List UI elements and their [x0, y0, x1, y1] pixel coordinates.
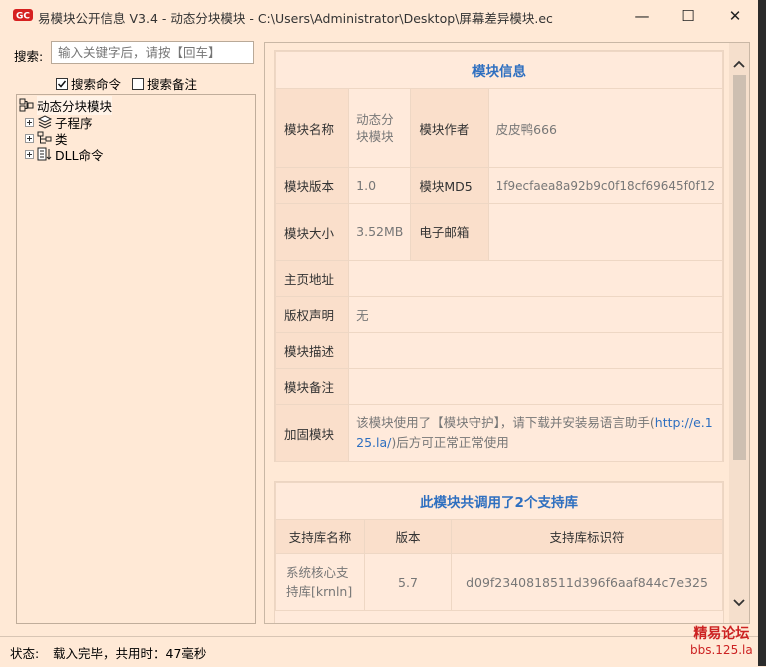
support-libs-card: 此模块共调用了2个支持库 支持库名称 版本 支持库标识符 系统核心支持库[krn… [274, 481, 724, 623]
description-label: 模块描述 [274, 332, 350, 369]
expand-icon[interactable] [25, 149, 34, 159]
watermark-line1: 精易论坛 [693, 626, 750, 642]
app-logo-icon: GC [13, 9, 33, 22]
status-bar: 状态: 载入完毕，共用时：47毫秒 [0, 636, 758, 667]
module-md5-value: 1f9ecfaea8a92b9c0f18cf69645f0f12 [487, 167, 724, 204]
class-icon [37, 131, 52, 144]
dll-icon [37, 147, 52, 161]
module-info-card: 模块信息 模块名称 动态分块模块 模块作者 皮皮鸭666 模块版本 1.0 模块… [274, 50, 724, 462]
module-size-label: 模块大小 [274, 203, 350, 261]
close-icon: ✕ [728, 7, 742, 25]
copyright-label: 版权声明 [274, 296, 350, 333]
support-libs-table: 此模块共调用了2个支持库 支持库名称 版本 支持库标识符 系统核心支持库[krn… [275, 482, 723, 611]
homepage-value [348, 260, 723, 297]
scroll-down-icon[interactable] [732, 596, 746, 610]
app-window: GC 易模块公开信息 V3.4 - 动态分块模块 - C:\Users\Admi… [0, 0, 759, 667]
watermark-line2: bbs.125.la [690, 643, 753, 657]
close-button[interactable]: ✕ [712, 0, 758, 32]
lib-id-cell: d09f2340818511d396f6aaf844c7e325 [451, 553, 723, 611]
title-bar[interactable]: GC 易模块公开信息 V3.4 - 动态分块模块 - C:\Users\Admi… [0, 0, 758, 32]
col-lib-version: 版本 [364, 519, 452, 554]
tree-item-dll-commands[interactable]: DLL命令 [25, 146, 104, 163]
maximize-button[interactable]: ☐ [665, 0, 711, 32]
minimize-button[interactable]: — [619, 0, 665, 32]
search-input[interactable] [51, 41, 254, 64]
protect-value: 该模块使用了【模块守护】，请下载并安装易语言助手(http://e.125.la… [348, 404, 723, 462]
svg-text:GC: GC [16, 12, 30, 22]
search-notes-label: 搜索备注 [147, 77, 198, 92]
note-value [348, 368, 723, 405]
module-version-label: 模块版本 [274, 167, 350, 204]
module-name-label: 模块名称 [274, 88, 350, 168]
expand-icon[interactable] [25, 117, 34, 127]
lib-version-cell: 5.7 [364, 553, 452, 611]
tree-item-label: DLL命令 [55, 147, 104, 163]
module-tree[interactable]: 动态分块模块 子程序 类 DLL命令 [16, 94, 256, 624]
module-icon [19, 98, 34, 112]
scroll-up-icon[interactable] [732, 57, 746, 71]
window-title: 易模块公开信息 V3.4 - 动态分块模块 - C:\Users\Adminis… [38, 11, 553, 26]
support-libs-title: 此模块共调用了2个支持库 [275, 482, 723, 520]
forum-watermark: 精易论坛 bbs.125.la [690, 626, 753, 658]
status-label: 状态: [10, 646, 40, 661]
desktop-edge [758, 0, 766, 666]
search-commands-checkbox[interactable]: 搜索命令 [56, 74, 121, 93]
protect-text-after: )后方可正常正常使用 [391, 435, 509, 450]
table-row: 系统核心支持库[krnln] 5.7 d09f2340818511d396f6a… [275, 553, 723, 611]
email-value [487, 203, 724, 261]
email-label: 电子邮箱 [410, 203, 489, 261]
tree-item-root[interactable]: 动态分块模块 [19, 95, 113, 115]
protect-text-before: 该模块使用了【模块守护】，请下载并安装易语言助手( [356, 415, 655, 430]
checkbox-unchecked-icon [132, 77, 144, 90]
minimize-icon: — [634, 7, 650, 25]
module-author-value: 皮皮鸭666 [487, 88, 724, 168]
module-info-title: 模块信息 [275, 51, 723, 89]
description-value [348, 332, 723, 369]
col-lib-name: 支持库名称 [275, 519, 365, 554]
checkbox-checked-icon [56, 77, 68, 90]
maximize-icon: ☐ [681, 7, 695, 25]
module-name-value: 动态分块模块 [348, 88, 412, 168]
info-panel[interactable]: 模块信息 模块名称 动态分块模块 模块作者 皮皮鸭666 模块版本 1.0 模块… [264, 42, 750, 624]
status-text: 载入完毕，共用时：47毫秒 [53, 646, 207, 661]
lib-name-cell: 系统核心支持库[krnln] [275, 553, 365, 611]
expand-icon[interactable] [25, 133, 34, 143]
vertical-scrollbar[interactable] [729, 43, 749, 623]
stack-icon [37, 115, 53, 129]
module-info-table: 模块信息 模块名称 动态分块模块 模块作者 皮皮鸭666 模块版本 1.0 模块… [274, 51, 724, 462]
search-commands-label: 搜索命令 [71, 77, 122, 92]
homepage-label: 主页地址 [274, 260, 350, 297]
copyright-value: 无 [348, 296, 723, 333]
module-size-value: 3.52MB [348, 203, 412, 261]
protect-label: 加固模块 [274, 404, 350, 462]
scrollbar-thumb[interactable] [733, 75, 746, 460]
search-notes-checkbox[interactable]: 搜索备注 [132, 74, 197, 93]
col-lib-id: 支持库标识符 [451, 519, 723, 554]
module-version-value: 1.0 [348, 167, 412, 204]
note-label: 模块备注 [274, 368, 350, 405]
search-label: 搜索: [14, 49, 44, 64]
module-author-label: 模块作者 [410, 88, 489, 168]
module-md5-label: 模块MD5 [410, 167, 489, 204]
